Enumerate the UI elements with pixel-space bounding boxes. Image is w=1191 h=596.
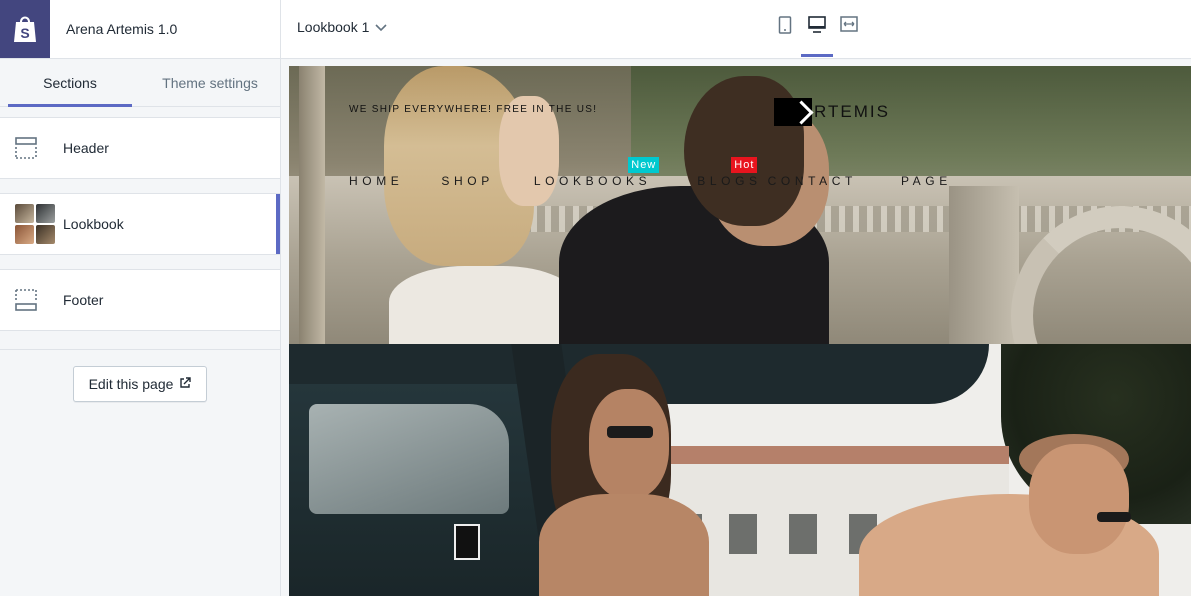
desktop-icon (808, 16, 826, 39)
thumbnail-image (36, 225, 55, 244)
svg-text:S: S (20, 25, 29, 41)
chevron-down-icon (375, 19, 387, 35)
section-label: Footer (63, 292, 104, 308)
store-nav: HOME SHOP New LOOKBOOKS Hot BLOGS CONTAC… (349, 157, 952, 188)
nav-link-contact[interactable]: CONTACT (768, 174, 857, 188)
store-header: WE SHIP EVERYWHERE! FREE IN THE US! RTEM… (289, 66, 1191, 344)
storefront-preview: WE SHIP EVERYWHERE! FREE IN THE US! RTEM… (289, 66, 1191, 596)
announcement-bar: WE SHIP EVERYWHERE! FREE IN THE US! (349, 104, 598, 115)
app-header: S Arena Artemis 1.0 (0, 0, 280, 59)
section-item-header[interactable]: Header (0, 117, 280, 179)
viewport-controls (775, 16, 859, 57)
nav-link-shop[interactable]: SHOP (441, 174, 493, 188)
logo-mark-icon (774, 98, 812, 126)
nav-link-lookbooks[interactable]: New LOOKBOOKS (533, 157, 660, 188)
nav-label: HOME (349, 174, 404, 188)
tab-label: Theme settings (162, 74, 258, 91)
desktop-view-button[interactable] (801, 16, 833, 57)
nav-label: LOOKBOOKS (533, 174, 652, 188)
tab-sections[interactable]: Sections (0, 59, 140, 107)
nav-label: BLOGS (697, 174, 762, 188)
external-link-icon (179, 376, 192, 392)
sections-list: Header Lookbook Footer (0, 107, 280, 331)
shopify-bag-icon[interactable]: S (0, 0, 50, 58)
thumbnail-image (15, 225, 34, 244)
nav-link-home[interactable]: HOME (349, 174, 403, 188)
full-width-view-button[interactable] (839, 16, 859, 44)
edit-page-label: Edit this page (88, 376, 174, 392)
thumbnail-image (15, 204, 34, 223)
nav-link-page[interactable]: PAGE (901, 174, 952, 188)
store-logo[interactable]: RTEMIS (774, 98, 890, 126)
page-selector-value: Lookbook 1 (297, 19, 370, 35)
lookbook-thumbnail (15, 204, 55, 244)
section-label: Header (63, 140, 109, 156)
thumbnail-image (36, 204, 55, 223)
fullscreen-icon (840, 16, 858, 37)
sidebar-tabs: Sections Theme settings (0, 59, 280, 107)
hot-badge: Hot (731, 157, 758, 173)
nav-label: CONTACT (767, 174, 857, 188)
nav-label: SHOP (441, 174, 494, 188)
footer-layout-icon (15, 289, 55, 311)
editor-topbar: Lookbook 1 (281, 0, 1191, 59)
logo-text: RTEMIS (814, 102, 890, 121)
app-title: Arena Artemis 1.0 (66, 21, 178, 37)
header-layout-icon (15, 137, 55, 159)
nav-label: PAGE (900, 174, 952, 188)
new-badge: New (628, 157, 660, 173)
section-label: Lookbook (63, 216, 124, 232)
section-item-footer[interactable]: Footer (0, 269, 280, 331)
page-selector[interactable]: Lookbook 1 (297, 19, 387, 35)
theme-editor-sidebar: S Arena Artemis 1.0 Sections Theme setti… (0, 0, 281, 596)
mobile-icon (778, 16, 792, 39)
section-item-lookbook[interactable]: Lookbook (0, 193, 280, 255)
mobile-view-button[interactable] (775, 16, 795, 44)
tab-theme-settings[interactable]: Theme settings (140, 59, 280, 106)
edit-page-button[interactable]: Edit this page (72, 366, 208, 402)
lookbook-image-truck (289, 344, 1191, 596)
tab-label: Sections (43, 74, 97, 91)
nav-link-blogs[interactable]: Hot BLOGS (697, 157, 762, 188)
